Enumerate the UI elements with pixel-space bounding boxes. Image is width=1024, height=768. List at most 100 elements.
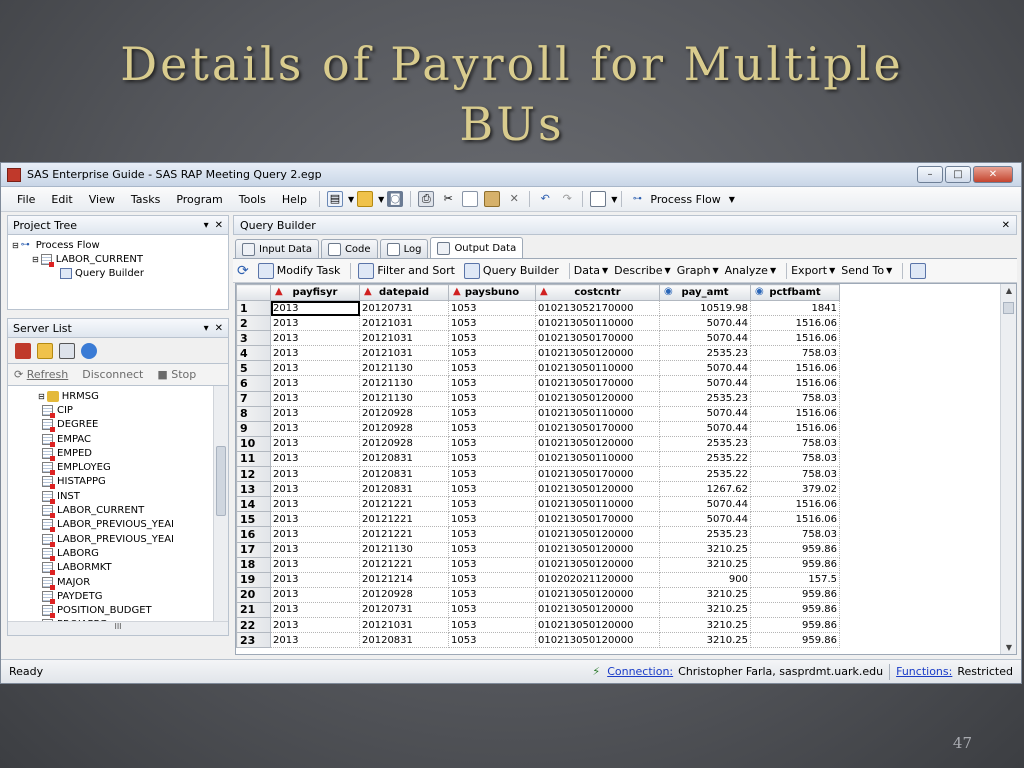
cell-costcntr[interactable]: 010213050170000: [535, 466, 660, 483]
cell-datepaid[interactable]: 20121221: [359, 496, 449, 513]
cell-datepaid[interactable]: 20121130: [359, 360, 449, 377]
cell-pay_amt[interactable]: 5070.44: [659, 315, 751, 332]
table-row[interactable]: 23 2013 20120831 1053 010213050120000 3210.25…: [236, 632, 840, 649]
column-header-paysbuno[interactable]: ▲ paysbuno: [448, 284, 536, 301]
cell-datepaid[interactable]: 20121031: [359, 330, 449, 347]
cell-pctfbamt[interactable]: 758.03: [750, 345, 840, 362]
export-menu[interactable]: Export ▼: [791, 264, 835, 277]
cell-payfisyr[interactable]: 2013: [270, 436, 360, 452]
cell-datepaid[interactable]: 20121221: [359, 526, 449, 543]
cell-paysbuno[interactable]: 1053: [448, 481, 536, 498]
menu-file[interactable]: File: [9, 193, 43, 206]
cell-datepaid[interactable]: 20121130: [359, 542, 449, 558]
menu-view[interactable]: View: [81, 193, 123, 206]
cell-paysbuno[interactable]: 1053: [448, 466, 536, 483]
cell-pctfbamt[interactable]: 1516.06: [750, 421, 840, 437]
cell-pay_amt[interactable]: 3210.25: [659, 632, 751, 649]
table-row[interactable]: 4 2013 20121031 1053 010213050120000 2535.23 7…: [236, 345, 840, 362]
cell-costcntr[interactable]: 010213050170000: [535, 375, 660, 392]
cell-costcntr[interactable]: 010213050110000: [535, 406, 660, 422]
query-builder-button[interactable]: Query Builder: [461, 262, 559, 279]
send-to-menu[interactable]: Send To ▼: [841, 264, 892, 277]
menu-tools[interactable]: Tools: [231, 193, 274, 206]
cell-pay_amt[interactable]: 2535.23: [659, 345, 751, 362]
cell-datepaid[interactable]: 20121031: [359, 345, 449, 362]
server-table-item[interactable]: CIP: [42, 403, 228, 418]
cell-pay_amt[interactable]: 5070.44: [659, 330, 751, 347]
open-folder-icon[interactable]: [357, 191, 374, 207]
cell-pctfbamt[interactable]: 1841: [750, 300, 840, 317]
column-header-payfisyr[interactable]: ▲ payfisyr: [270, 284, 360, 301]
cell-pay_amt[interactable]: 900: [659, 572, 751, 588]
cell-payfisyr[interactable]: 2013: [270, 406, 360, 422]
server-table-item[interactable]: LABORG: [42, 546, 228, 561]
table-row[interactable]: 2 2013 20121031 1053 010213050110000 5070.44 1…: [236, 315, 840, 332]
table-row[interactable]: 16 2013 20121221 1053 010213050120000 2535.23…: [236, 526, 840, 543]
pane-dropdown-icon[interactable]: ▾: [204, 323, 209, 334]
cell-payfisyr[interactable]: 2013: [270, 632, 360, 649]
cell-payfisyr[interactable]: 2013: [270, 451, 360, 468]
filter-sort-button[interactable]: Filter and Sort: [355, 262, 455, 279]
cell-pay_amt[interactable]: 5070.44: [659, 511, 751, 528]
server-table-item[interactable]: LABOR_CURRENT: [42, 503, 228, 519]
redo-icon[interactable]: ↷: [559, 191, 575, 207]
scroll-thumb[interactable]: [1003, 302, 1014, 314]
undo-icon[interactable]: ↶: [537, 191, 553, 207]
cell-pay_amt[interactable]: 2535.23: [659, 526, 751, 543]
cell-costcntr[interactable]: 010213050120000: [535, 617, 660, 634]
globe-icon[interactable]: [81, 342, 97, 359]
collapse-icon[interactable]: ⊟: [12, 241, 19, 250]
cell-paysbuno[interactable]: 1053: [448, 557, 536, 573]
pane-dropdown-icon[interactable]: ▾: [204, 220, 209, 231]
cell-costcntr[interactable]: 010213050120000: [535, 632, 660, 649]
cell-pctfbamt[interactable]: 1516.06: [750, 496, 840, 513]
cell-paysbuno[interactable]: 1053: [448, 632, 536, 649]
cell-pay_amt[interactable]: 5070.44: [659, 406, 751, 422]
pane-close-icon[interactable]: ✕: [215, 220, 223, 231]
copy-icon[interactable]: [462, 191, 479, 207]
analyze-menu[interactable]: Analyze ▼: [725, 264, 777, 277]
cell-paysbuno[interactable]: 1053: [448, 315, 536, 332]
tab-log[interactable]: Log: [379, 239, 429, 258]
cell-costcntr[interactable]: 010213050110000: [535, 360, 660, 377]
cell-payfisyr[interactable]: 2013: [270, 526, 360, 543]
cell-payfisyr[interactable]: 2013: [270, 542, 360, 558]
cell-paysbuno[interactable]: 1053: [448, 300, 536, 317]
print-icon[interactable]: ⎙: [418, 191, 435, 207]
folder-icon[interactable]: [37, 342, 53, 359]
cell-pay_amt[interactable]: 2535.23: [659, 436, 751, 452]
table-row[interactable]: 12 2013 20120831 1053 010213050170000 2535.22…: [236, 466, 840, 483]
cell-pay_amt[interactable]: 5070.44: [659, 360, 751, 377]
server-table-item[interactable]: LABORMKT: [42, 561, 228, 576]
cell-pay_amt[interactable]: 5070.44: [659, 496, 751, 513]
cell-datepaid[interactable]: 20121130: [359, 391, 449, 407]
maximize-button[interactable]: □: [945, 166, 971, 183]
library-hrmsg[interactable]: ⊟ HRMSG: [38, 389, 228, 403]
cell-paysbuno[interactable]: 1053: [448, 511, 536, 528]
query-builder-title[interactable]: Query Builder: [240, 219, 996, 232]
cell-costcntr[interactable]: 010213050120000: [535, 345, 660, 362]
cell-paysbuno[interactable]: 1053: [448, 617, 536, 634]
cell-datepaid[interactable]: 20120928: [359, 436, 449, 452]
cell-pay_amt[interactable]: 3210.25: [659, 557, 751, 573]
cell-pctfbamt[interactable]: 959.86: [750, 557, 840, 573]
menu-edit[interactable]: Edit: [43, 193, 80, 206]
table-row[interactable]: 17 2013 20121130 1053 010213050120000 3210.25…: [236, 541, 840, 558]
cell-paysbuno[interactable]: 1053: [448, 360, 536, 377]
table-row[interactable]: 14 2013 20121221 1053 010213050110000 5070.44…: [236, 496, 840, 513]
table-row[interactable]: 11 2013 20120831 1053 010213050110000 2535.22…: [236, 450, 840, 468]
cell-payfisyr[interactable]: 2013: [270, 496, 360, 513]
cell-datepaid[interactable]: 20120731: [359, 602, 449, 618]
table-row[interactable]: 10 2013 20120928 1053 010213050120000 2535.23…: [236, 435, 840, 452]
cell-pctfbamt[interactable]: 1516.06: [750, 360, 840, 377]
cell-paysbuno[interactable]: 1053: [448, 421, 536, 437]
server-table-item[interactable]: POSITION_BUDGET: [42, 603, 228, 619]
cell-datepaid[interactable]: 20121031: [359, 315, 449, 332]
table-row[interactable]: 18 2013 20121221 1053 010213050120000 3210.25…: [236, 556, 840, 573]
cell-datepaid[interactable]: 20121031: [359, 617, 449, 634]
cell-datepaid[interactable]: 20121221: [359, 511, 449, 528]
server-icon[interactable]: [15, 342, 31, 359]
cell-pctfbamt[interactable]: 758.03: [750, 391, 840, 407]
cell-pctfbamt[interactable]: 1516.06: [750, 315, 840, 332]
cell-payfisyr[interactable]: 2013: [270, 315, 360, 332]
